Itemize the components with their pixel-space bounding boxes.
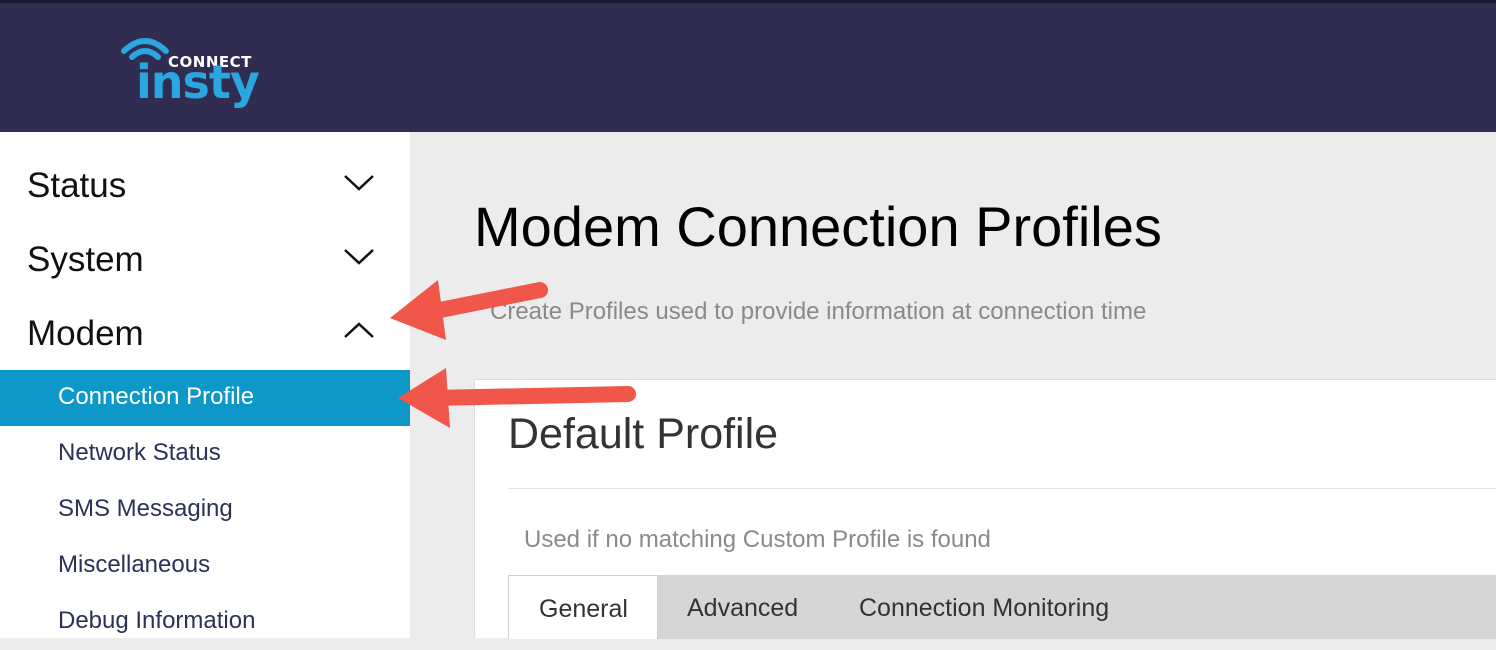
sidebar-item-connection-profile[interactable]: Connection Profile [0,370,410,426]
page-subtitle: Create Profiles used to provide informat… [490,298,1147,325]
sidebar-group-status[interactable]: Status [0,152,410,216]
sidebar-item-label: Miscellaneous [58,551,211,578]
sidebar-item-label: SMS Messaging [58,495,233,522]
chevron-up-icon [344,322,374,338]
sidebar-item-label: Connection Profile [58,383,255,410]
tab-advanced[interactable]: Advanced [658,575,830,639]
sidebar-item-label: Network Status [58,439,221,466]
default-profile-card: Default Profile Used if no matching Cust… [474,379,1496,639]
tab-connection-monitoring[interactable]: Connection Monitoring [830,575,1130,639]
card-description: Used if no matching Custom Profile is fo… [524,526,991,553]
divider [508,488,1496,489]
page-title: Modem Connection Profiles [474,195,1162,258]
sidebar-item-network-status[interactable]: Network Status [0,426,410,482]
tab-general[interactable]: General [508,575,658,639]
card-title: Default Profile [508,410,779,458]
sidebar-group-label: Status [27,166,127,205]
sidebar-group-modem[interactable]: Modem [0,300,410,364]
top-header: CONNECT insty [0,0,1496,132]
sidebar-group-label: System [27,240,144,279]
chevron-down-icon [344,175,374,191]
profile-tabs: General Advanced Connection Monitoring [508,575,1496,639]
sidebar-item-debug-information[interactable]: Debug Information [0,594,410,650]
sidebar-item-label: Debug Information [58,607,256,634]
logo-brand-text: insty [136,55,260,109]
connect-insty-logo[interactable]: CONNECT insty [118,35,268,115]
chevron-down-icon [344,249,374,265]
sidebar-group-system[interactable]: System [0,226,410,290]
sidebar-item-sms-messaging[interactable]: SMS Messaging [0,482,410,538]
sidebar-item-miscellaneous[interactable]: Miscellaneous [0,538,410,594]
sidebar: Status System Modem Connection Profile N… [0,132,410,638]
sidebar-group-label: Modem [27,314,144,353]
